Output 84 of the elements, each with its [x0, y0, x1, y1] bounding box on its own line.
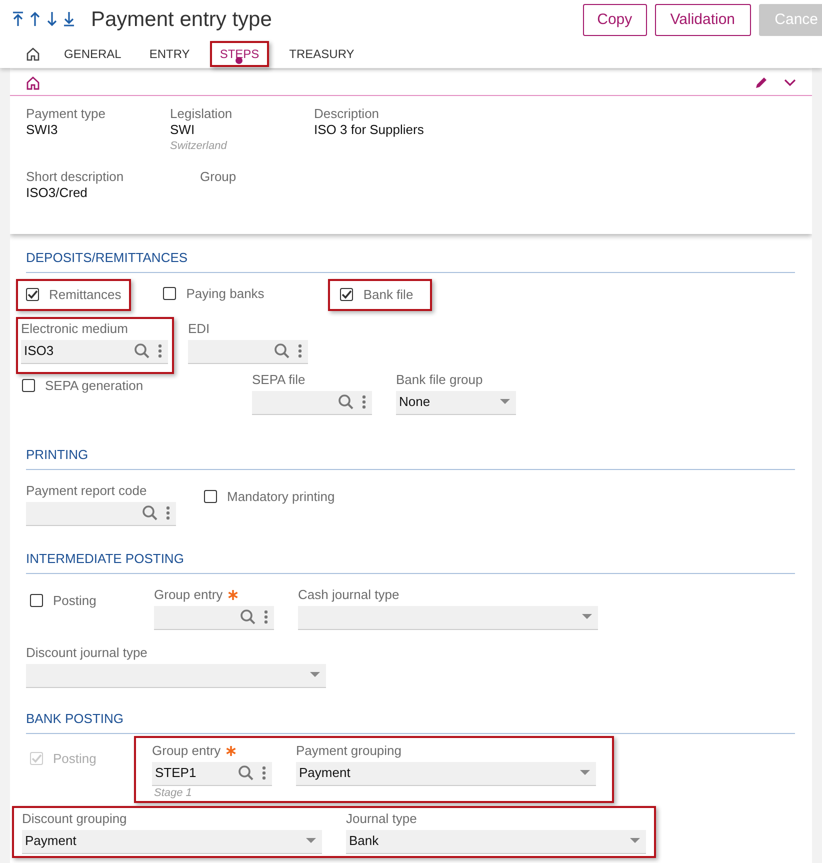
edit-icon[interactable] — [754, 76, 768, 90]
search-icon[interactable] — [240, 609, 256, 625]
tab[interactable]: STEPS — [210, 41, 270, 67]
search-icon[interactable] — [134, 343, 150, 359]
section-heading: DEPOSITS/REMITTANCES — [26, 242, 795, 272]
empty-box-icon[interactable] — [163, 287, 176, 300]
lookup-field[interactable] — [188, 340, 308, 364]
checkbox-option[interactable]: Paying banks — [155, 278, 272, 308]
checked-box-icon[interactable] — [340, 288, 354, 301]
first-record-icon[interactable] — [12, 11, 24, 27]
lookup-field[interactable] — [252, 390, 372, 414]
field-label: Discount journal type — [26, 644, 148, 662]
lookup-field[interactable]: ISO3 — [21, 340, 168, 364]
field-subtitle: Stage 1 — [153, 786, 193, 800]
checkbox-option[interactable]: SEPA generation — [22, 370, 252, 400]
checked-box-icon[interactable] — [26, 288, 39, 301]
empty-box-icon[interactable] — [204, 490, 217, 503]
more-options-icon[interactable] — [264, 610, 268, 624]
search-icon[interactable] — [274, 343, 290, 359]
lookup-field[interactable]: STEP1 — [152, 762, 272, 786]
field-label: Journal type — [346, 810, 417, 828]
field-label: Payment report code — [26, 482, 147, 500]
lookup-field[interactable] — [154, 606, 274, 630]
chevron-down-icon[interactable] — [784, 78, 796, 86]
section-heading: BANK POSTING — [26, 703, 795, 734]
field-label: Payment grouping — [296, 742, 402, 760]
home-icon[interactable] — [26, 76, 40, 90]
field-label: Discount grouping — [22, 810, 127, 828]
checkbox-option[interactable]: Mandatory printing — [204, 482, 335, 512]
field-label: Group — [200, 169, 238, 185]
caret-icon — [582, 614, 592, 620]
previous-record-icon[interactable] — [29, 11, 41, 27]
dropdown-field[interactable]: Payment — [22, 830, 322, 854]
empty-box-icon[interactable] — [22, 379, 35, 392]
caret-icon — [630, 838, 640, 844]
home-icon[interactable] — [26, 47, 40, 61]
more-options-icon[interactable] — [298, 344, 302, 358]
section-heading: PRINTING — [26, 439, 795, 470]
field-value: SWI — [170, 122, 196, 138]
caret-icon — [580, 770, 590, 776]
dropdown-field[interactable]: Payment — [296, 762, 596, 786]
search-icon[interactable] — [338, 394, 354, 410]
field-label: Bank file group — [396, 370, 483, 389]
checkbox-option[interactable]: Posting — [30, 586, 154, 616]
field-value: ISO 3 for Suppliers — [314, 122, 425, 138]
field-subtitle: Switzerland — [170, 139, 228, 154]
search-icon[interactable] — [142, 505, 158, 521]
tab[interactable]: ENTRY — [141, 41, 198, 67]
field-label: Group entry — [152, 742, 221, 760]
field-label: Electronic medium — [21, 320, 128, 338]
more-options-icon[interactable] — [262, 766, 266, 780]
checkbox-option[interactable]: Bank file — [328, 278, 432, 310]
dropdown-field[interactable]: None — [396, 390, 516, 414]
empty-box-icon[interactable] — [30, 594, 43, 607]
caret-icon — [500, 399, 510, 405]
lookup-field[interactable] — [26, 502, 176, 526]
page-title: Payment entry type — [91, 7, 272, 34]
action-button[interactable]: Validation — [654, 4, 751, 36]
next-record-icon[interactable] — [46, 11, 58, 27]
field-label: Payment type — [26, 106, 106, 122]
field-value: ISO3/Cred — [26, 185, 88, 201]
field-label: Group entry — [154, 586, 223, 604]
checkbox-option[interactable]: Remittances — [16, 278, 132, 310]
field-label: Short description — [26, 169, 125, 185]
more-options-icon[interactable] — [166, 506, 170, 520]
tab[interactable]: GENERAL — [56, 41, 130, 67]
field-label: Legislation — [170, 106, 234, 122]
dropdown-field[interactable]: Bank — [346, 830, 646, 854]
section-heading: INTERMEDIATE POSTING — [26, 543, 795, 574]
caret-icon — [310, 672, 320, 678]
more-options-icon[interactable] — [362, 395, 366, 409]
dropdown-field[interactable] — [298, 606, 598, 630]
last-record-icon[interactable] — [63, 11, 75, 27]
field-label: Cash journal type — [298, 586, 400, 604]
dropdown-field[interactable] — [26, 664, 326, 688]
action-button[interactable]: Copy — [582, 4, 647, 36]
more-options-icon[interactable] — [158, 344, 162, 358]
search-icon[interactable] — [238, 765, 254, 781]
field-value: SWI3 — [26, 122, 59, 138]
field-label: Description — [314, 106, 380, 122]
tab[interactable]: TREASURY — [281, 41, 362, 67]
caret-icon — [306, 838, 316, 844]
field-label: EDI — [188, 320, 210, 338]
field-label: SEPA file — [252, 370, 306, 389]
